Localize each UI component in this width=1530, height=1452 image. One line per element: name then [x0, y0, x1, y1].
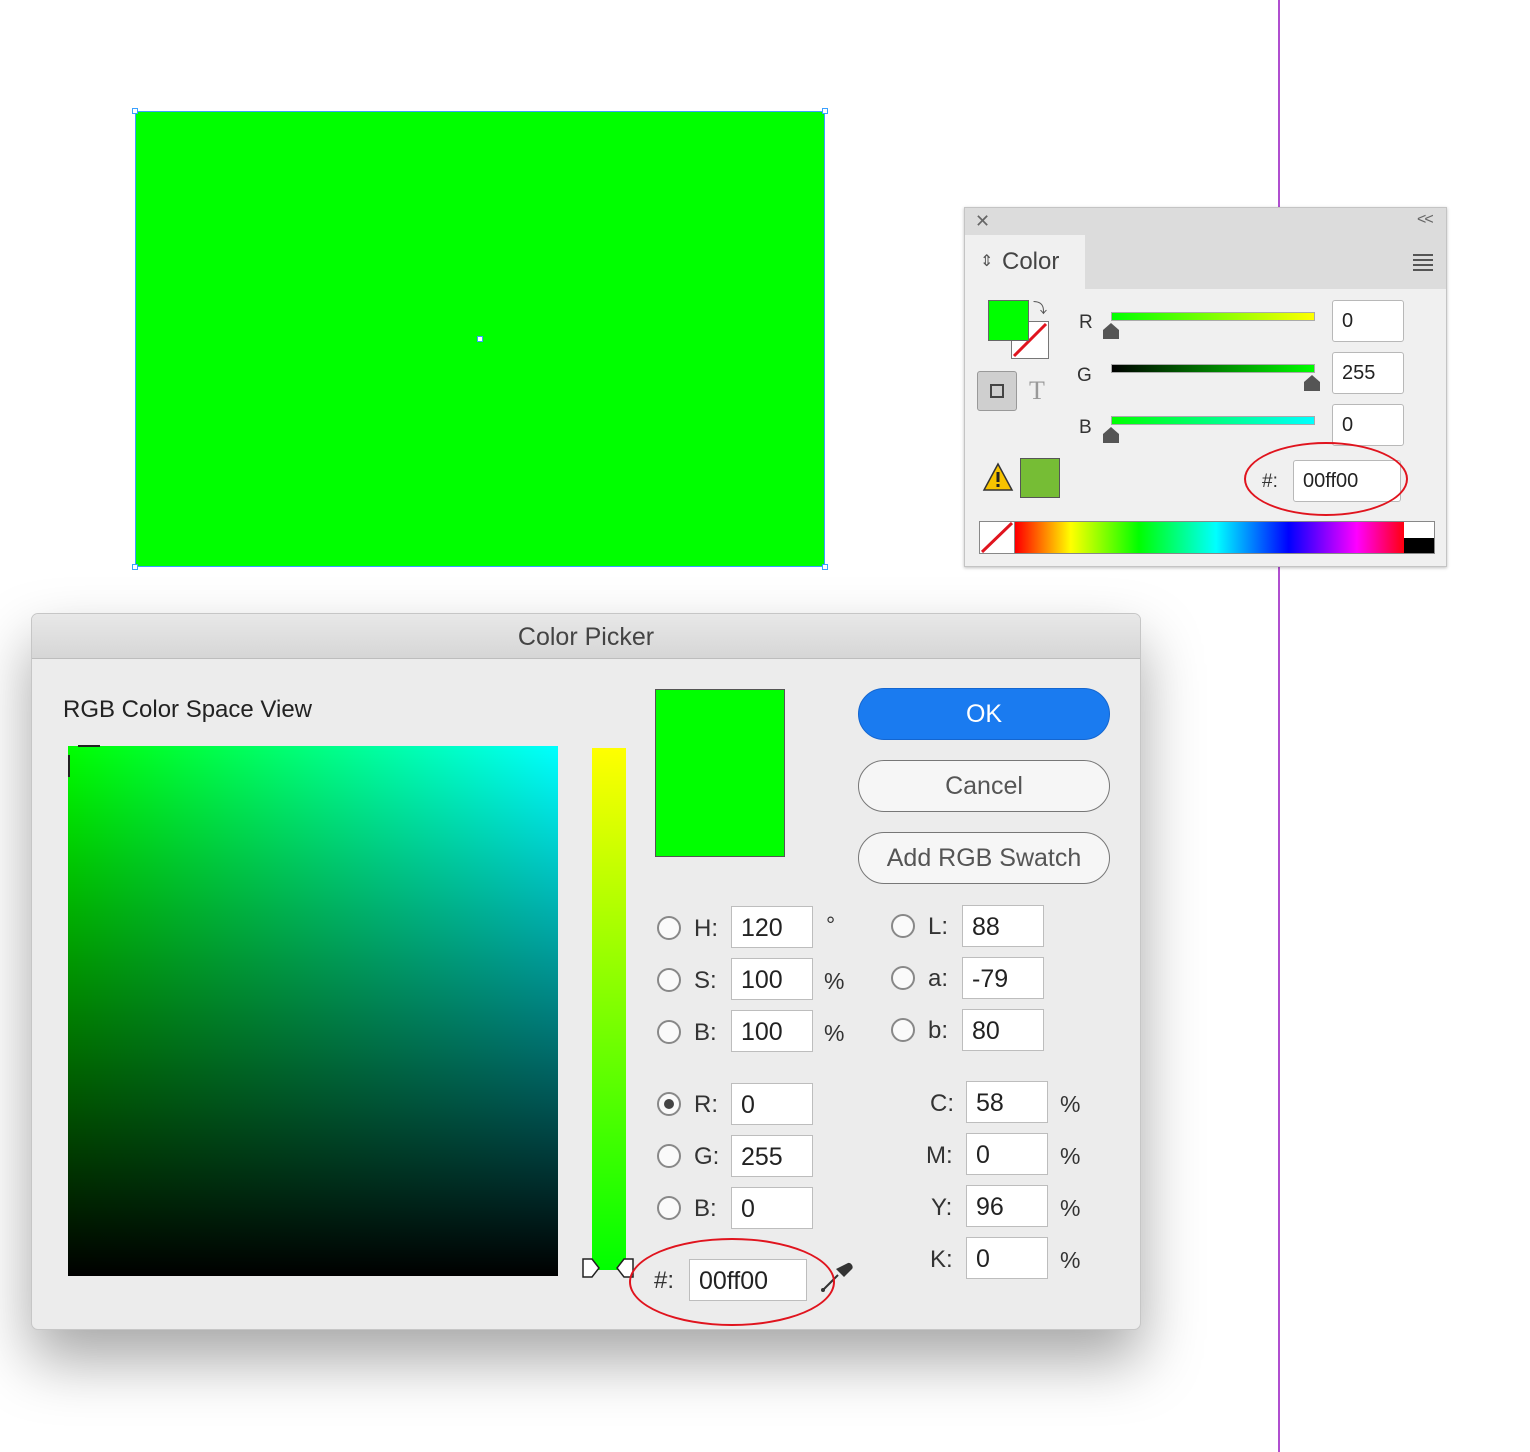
r-slider-thumb[interactable]: [1102, 322, 1120, 345]
b-slider-thumb[interactable]: [1102, 426, 1120, 449]
slider-left-arrow[interactable]: [582, 1258, 600, 1283]
collapse-icon[interactable]: <<: [1417, 211, 1434, 229]
g-input[interactable]: 255: [1332, 352, 1404, 394]
lab-b-label: b:: [928, 1017, 949, 1044]
panel-menu-icon[interactable]: [1413, 254, 1433, 274]
lab-b-input[interactable]: 80: [962, 1009, 1044, 1051]
b-label: B: [1079, 417, 1092, 438]
radio-h[interactable]: [657, 916, 681, 940]
y-unit: %: [1060, 1195, 1081, 1221]
b-slider[interactable]: [1111, 416, 1315, 425]
black-swatch[interactable]: [1404, 538, 1434, 553]
radio-rgb-b[interactable]: [657, 1196, 681, 1220]
radio-r[interactable]: [657, 1092, 681, 1116]
radio-s[interactable]: [657, 968, 681, 992]
center-point: [477, 336, 483, 342]
c-label: C:: [930, 1090, 954, 1117]
fill-swatch[interactable]: [988, 300, 1029, 341]
brightness-input[interactable]: 100: [731, 1010, 813, 1052]
panel-header: [965, 208, 1446, 235]
r-slider[interactable]: [1111, 312, 1315, 321]
g-input[interactable]: 255: [731, 1135, 813, 1177]
brightness-label: B:: [694, 1019, 717, 1046]
color-space-label: RGB Color Space View: [63, 696, 312, 723]
container-icon: [990, 384, 1004, 398]
swap-icon[interactable]: ⤵: [1033, 298, 1047, 318]
rgb-b-input[interactable]: 0: [731, 1187, 813, 1229]
close-icon[interactable]: ✕: [975, 211, 990, 232]
r-label: R: [1079, 312, 1093, 333]
s-input[interactable]: 100: [731, 958, 813, 1000]
radio-brightness[interactable]: [657, 1020, 681, 1044]
c-unit: %: [1060, 1091, 1081, 1117]
r-input[interactable]: 0: [1332, 300, 1404, 342]
ok-button[interactable]: OK: [858, 688, 1110, 740]
text-format-button[interactable]: T: [1029, 376, 1045, 406]
h-input[interactable]: 120: [731, 906, 813, 948]
add-rgb-swatch-button[interactable]: Add RGB Swatch: [858, 832, 1110, 884]
k-label: K:: [930, 1246, 953, 1273]
k-unit: %: [1060, 1247, 1081, 1273]
m-input[interactable]: 0: [966, 1133, 1048, 1175]
selection-handle[interactable]: [132, 108, 138, 114]
radio-a[interactable]: [891, 966, 915, 990]
selection-handle[interactable]: [822, 564, 828, 570]
rgb-b-label: B:: [694, 1195, 717, 1222]
c-input[interactable]: 58: [966, 1081, 1048, 1123]
m-label: M:: [926, 1142, 953, 1169]
color-preview: [655, 689, 785, 857]
m-unit: %: [1060, 1143, 1081, 1169]
panel-title: Color: [1002, 248, 1060, 275]
dialog-title: Color Picker: [517, 623, 655, 651]
annotation-ellipse: [1244, 442, 1408, 516]
radio-lab-b[interactable]: [891, 1018, 915, 1042]
brightness-unit: %: [824, 1020, 845, 1046]
h-unit: °: [826, 912, 836, 938]
color-field[interactable]: [68, 746, 558, 1276]
annotation-ellipse: [629, 1238, 835, 1326]
l-input[interactable]: 88: [962, 905, 1044, 947]
a-input[interactable]: -79: [962, 957, 1044, 999]
g-slider-thumb[interactable]: [1303, 374, 1321, 397]
formatting-container-button[interactable]: [977, 371, 1017, 411]
radio-l[interactable]: [891, 914, 915, 938]
warning-icon[interactable]: [982, 462, 1014, 497]
color-picker-dialog: Color Picker RGB Color Space View OK Can…: [31, 613, 1141, 1330]
r-input[interactable]: 0: [731, 1083, 813, 1125]
tab-arrows-icon[interactable]: ⇕: [980, 251, 993, 271]
y-label: Y:: [931, 1194, 953, 1221]
color-panel: ✕ << ⇕ Color ⤵ T R 0 G 255 B 0 #: 00ff00: [964, 207, 1447, 567]
color-slider-strip[interactable]: [592, 748, 626, 1270]
white-swatch[interactable]: [1404, 522, 1434, 538]
in-gamut-swatch[interactable]: [1020, 458, 1060, 498]
none-swatch[interactable]: [980, 521, 1015, 554]
g-slider[interactable]: [1111, 364, 1315, 373]
field-cursor: [78, 745, 100, 747]
s-label: S:: [694, 967, 717, 994]
k-input[interactable]: 0: [966, 1237, 1048, 1279]
b-input[interactable]: 0: [1332, 404, 1404, 446]
h-label: H:: [694, 915, 718, 942]
l-label: L:: [928, 913, 949, 940]
g-label: G: [1077, 365, 1092, 386]
s-unit: %: [824, 968, 845, 994]
radio-g[interactable]: [657, 1144, 681, 1168]
r-label: R:: [694, 1091, 718, 1118]
field-cursor: [68, 755, 70, 777]
selection-handle[interactable]: [132, 564, 138, 570]
cancel-button[interactable]: Cancel: [858, 760, 1110, 812]
color-spectrum-ramp[interactable]: [979, 521, 1435, 554]
g-label: G:: [694, 1143, 720, 1170]
selection-handle[interactable]: [822, 108, 828, 114]
y-input[interactable]: 96: [966, 1185, 1048, 1227]
a-label: a:: [928, 965, 949, 992]
